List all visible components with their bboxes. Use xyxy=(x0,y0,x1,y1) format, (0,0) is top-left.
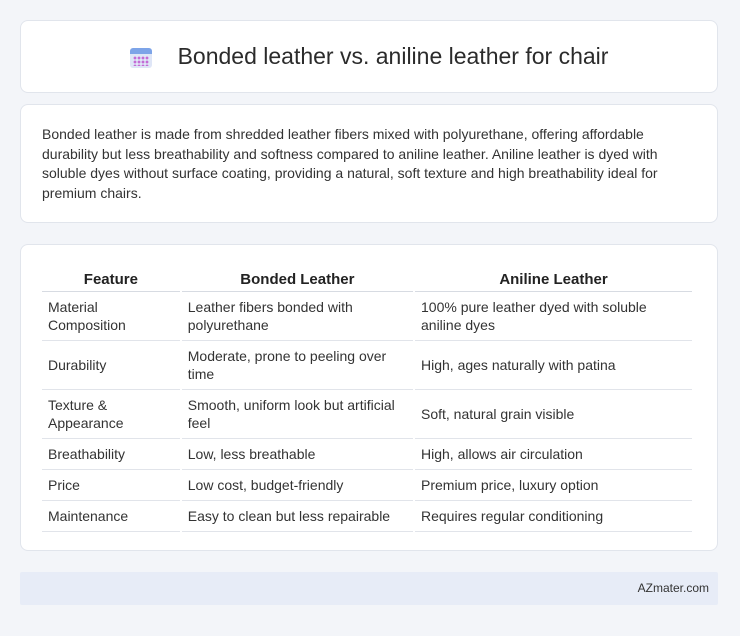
feature-cell: Price xyxy=(42,470,180,501)
aniline-cell: Requires regular conditioning xyxy=(415,501,692,532)
bonded-cell: Low cost, budget-friendly xyxy=(181,470,413,501)
comparison-table: Feature Bonded Leather Aniline Leather M… xyxy=(40,265,694,532)
bonded-cell: Moderate, prone to peeling over time xyxy=(181,341,413,390)
table-row: Maintenance Easy to clean but less repai… xyxy=(42,501,692,532)
table-row: Material Composition Leather fibers bond… xyxy=(42,292,692,341)
aniline-cell: High, allows air circulation xyxy=(415,439,692,470)
table-row: Durability Moderate, prone to peeling ov… xyxy=(42,341,692,390)
table-row: Price Low cost, budget-friendly Premium … xyxy=(42,470,692,501)
comparison-card: Feature Bonded Leather Aniline Leather M… xyxy=(20,244,718,551)
header-aniline-leather: Aniline Leather xyxy=(415,265,692,292)
header-feature: Feature xyxy=(42,265,180,292)
bonded-cell: Smooth, uniform look but artificial feel xyxy=(181,390,413,439)
intro-text: Bonded leather is made from shredded lea… xyxy=(42,126,658,201)
page-title: Bonded leather vs. aniline leather for c… xyxy=(177,43,609,69)
feature-cell: Texture & Appearance xyxy=(42,390,180,439)
table-header-row: Feature Bonded Leather Aniline Leather xyxy=(42,265,692,292)
intro-card: Bonded leather is made from shredded lea… xyxy=(20,104,718,223)
aniline-cell: High, ages naturally with patina xyxy=(415,341,692,390)
bonded-cell: Leather fibers bonded with polyurethane xyxy=(181,292,413,341)
bonded-cell: Easy to clean but less repairable xyxy=(181,501,413,532)
feature-cell: Maintenance xyxy=(42,501,180,532)
header-bonded-leather: Bonded Leather xyxy=(181,265,413,292)
aniline-cell: Soft, natural grain visible xyxy=(415,390,692,439)
footer-brand[interactable]: AZmater.com xyxy=(638,581,709,595)
title-card: Bonded leather vs. aniline leather for c… xyxy=(20,20,718,93)
footer: AZmater.com xyxy=(20,572,718,605)
feature-cell: Durability xyxy=(42,341,180,390)
feature-cell: Breathability xyxy=(42,439,180,470)
calendar-icon xyxy=(129,46,152,68)
bonded-cell: Low, less breathable xyxy=(181,439,413,470)
aniline-cell: 100% pure leather dyed with soluble anil… xyxy=(415,292,692,341)
table-row: Breathability Low, less breathable High,… xyxy=(42,439,692,470)
aniline-cell: Premium price, luxury option xyxy=(415,470,692,501)
table-row: Texture & Appearance Smooth, uniform loo… xyxy=(42,390,692,439)
feature-cell: Material Composition xyxy=(42,292,180,341)
